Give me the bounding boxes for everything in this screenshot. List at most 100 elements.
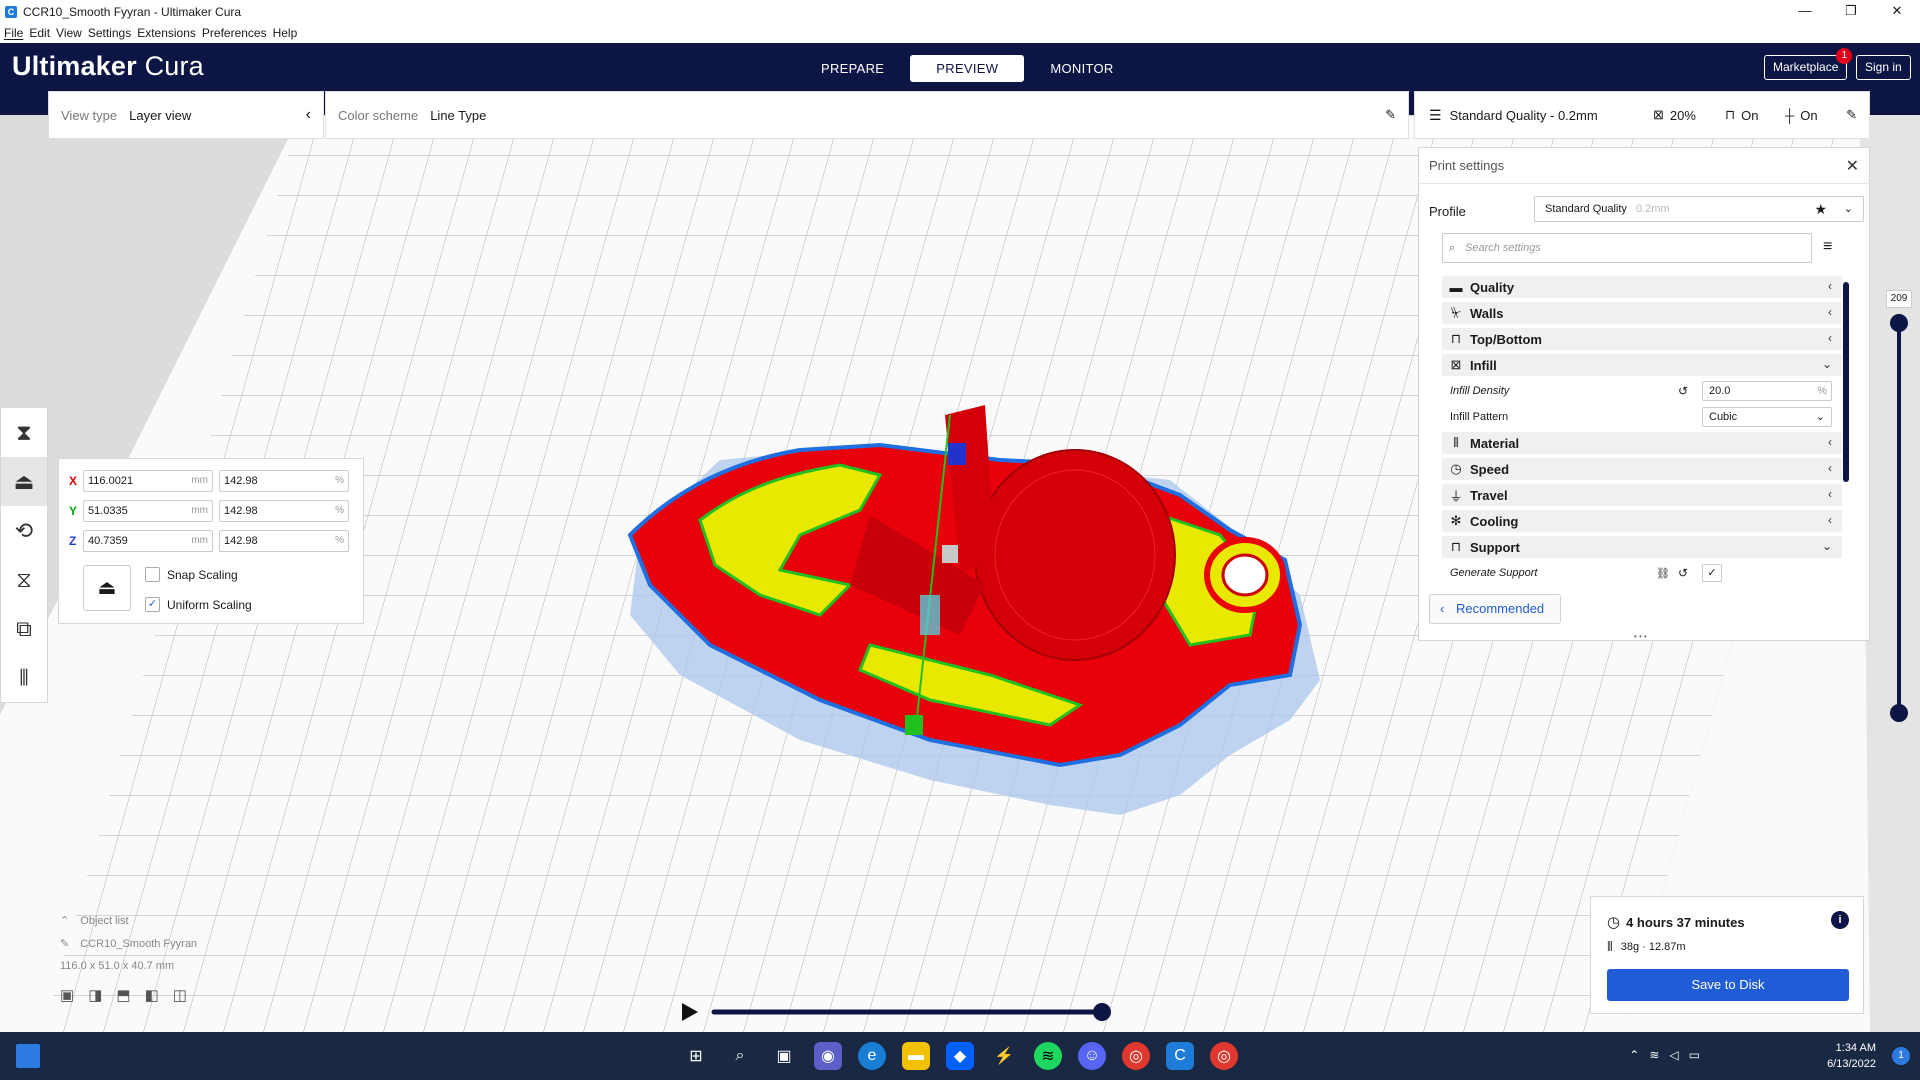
scale-handle-x[interactable]	[920, 595, 940, 635]
simulation-handle[interactable]	[1093, 1003, 1111, 1021]
view-type-value[interactable]: Layer view	[129, 108, 191, 123]
dropbox-icon[interactable]: ◆	[946, 1042, 974, 1070]
profile-select[interactable]: Standard Quality 0.2mm ★ ⌄	[1534, 196, 1864, 222]
info-icon[interactable]: i	[1831, 911, 1849, 929]
generate-support-checkbox[interactable]: ✓	[1702, 564, 1722, 582]
save-to-disk-button[interactable]: Save to Disk	[1607, 969, 1849, 1001]
maximize-button[interactable]: ❐	[1828, 0, 1874, 22]
snap-scaling-checkbox[interactable]: Snap Scaling	[145, 567, 238, 582]
scale-handle-center[interactable]	[942, 545, 958, 563]
battery-icon[interactable]: ▭	[1689, 1048, 1710, 1062]
file-explorer-icon[interactable]: ▬	[902, 1042, 930, 1070]
settings-menu-icon[interactable]: ≡	[1823, 238, 1832, 256]
discord-icon[interactable]: ☺	[1078, 1042, 1106, 1070]
view-top-icon[interactable]: ⬒	[116, 987, 144, 1004]
category-travel[interactable]: ⏚ Travel ‹	[1442, 484, 1842, 506]
chrome-icon[interactable]: ◎	[1122, 1042, 1150, 1070]
edit-pencil-icon[interactable]: ✎	[1846, 107, 1857, 123]
chevron-up-icon[interactable]: ⌃	[1629, 1048, 1649, 1062]
object-name-row[interactable]: ✎ CCR10_Smooth Fyyran	[60, 937, 201, 950]
infill-pattern-select[interactable]: Cubic ⌄	[1702, 407, 1832, 427]
category-quality[interactable]: ▬ Quality ‹	[1442, 276, 1842, 298]
notification-badge[interactable]: 1	[1892, 1047, 1910, 1065]
close-icon[interactable]: ✕	[1846, 156, 1859, 176]
search-settings-input[interactable]: ⌕ Search settings	[1442, 233, 1812, 263]
move-tool-icon[interactable]: ⧗	[1, 408, 47, 457]
chevron-left-icon[interactable]: ‹	[306, 106, 311, 124]
tab-preview[interactable]: PREVIEW	[910, 55, 1025, 82]
scale-handle-z[interactable]	[948, 443, 966, 465]
view-front-icon[interactable]: ◨	[88, 987, 116, 1004]
tab-prepare[interactable]: PREPARE	[795, 55, 910, 82]
category-top-bottom[interactable]: ⊓ Top/Bottom ‹	[1442, 328, 1842, 350]
close-window-button[interactable]: ✕	[1874, 0, 1920, 22]
x-mm-input[interactable]: 116.0021 mm	[83, 470, 213, 492]
drag-handle[interactable]: • • •	[1634, 632, 1647, 641]
view-right-icon[interactable]: ◫	[173, 987, 201, 1004]
view-3d-icon[interactable]: ▣	[60, 987, 88, 1004]
settings-scrollbar[interactable]	[1843, 282, 1849, 482]
support-blocker-icon[interactable]: ⦀	[1, 653, 47, 702]
category-infill[interactable]: ⊠ Infill ⌄	[1442, 354, 1842, 376]
category-material[interactable]: ⦀ Material ‹	[1442, 432, 1842, 454]
view-left-icon[interactable]: ◧	[145, 987, 173, 1004]
tab-monitor[interactable]: MONITOR	[1024, 55, 1139, 82]
scale-handle-y[interactable]	[905, 715, 923, 735]
rotate-tool-icon[interactable]: ⟲	[1, 506, 47, 555]
layer-number[interactable]: 209	[1886, 290, 1912, 308]
star-icon[interactable]: ★	[1814, 197, 1827, 221]
chevron-down-icon[interactable]: ⌄	[1844, 197, 1853, 221]
cura-taskbar-icon[interactable]: C	[1166, 1042, 1194, 1070]
taskbar-clock[interactable]: 1:34 AM 6/13/2022	[1827, 1040, 1876, 1072]
play-icon[interactable]	[682, 1003, 698, 1021]
volume-icon[interactable]: ◁	[1669, 1048, 1688, 1062]
scale-tool-icon[interactable]: ⏏	[1, 457, 47, 506]
menu-settings[interactable]: Settings	[88, 26, 131, 40]
edge-icon[interactable]: e	[858, 1042, 886, 1070]
sign-in-button[interactable]: Sign in	[1856, 55, 1911, 80]
y-mm-input[interactable]: 51.0335 mm	[83, 500, 213, 522]
view-type-bar[interactable]: View type Layer view ‹	[48, 91, 324, 139]
menu-help[interactable]: Help	[273, 26, 298, 40]
spotify-icon[interactable]: ≋	[1034, 1042, 1062, 1070]
y-pct-input[interactable]: 142.98 %	[219, 500, 349, 522]
color-scheme-bar[interactable]: Color scheme Line Type ✎	[325, 91, 1409, 139]
chrome-profile-icon[interactable]: ◎	[1210, 1042, 1238, 1070]
infill-density-input[interactable]: 20.0 %	[1702, 381, 1832, 401]
layer-slider-lower-handle[interactable]	[1890, 704, 1908, 722]
uniform-scaling-checkbox[interactable]: ✓ Uniform Scaling	[145, 597, 252, 612]
menu-file[interactable]: File	[4, 26, 23, 40]
widgets-icon[interactable]	[16, 1044, 40, 1068]
link-icon[interactable]: ⛓	[1656, 567, 1670, 580]
x-pct-input[interactable]: 142.98 %	[219, 470, 349, 492]
minimize-button[interactable]: —	[1782, 0, 1828, 22]
category-cooling[interactable]: ✻ Cooling ‹	[1442, 510, 1842, 532]
app-bolt-icon[interactable]: ⚡	[990, 1042, 1018, 1070]
recommended-button[interactable]: ‹ Recommended	[1429, 594, 1561, 624]
z-mm-input[interactable]: 40.7359 mm	[83, 530, 213, 552]
color-scheme-value[interactable]: Line Type	[430, 108, 486, 123]
menu-edit[interactable]: Edit	[29, 26, 50, 40]
start-icon[interactable]: ⊞	[682, 1042, 710, 1070]
menu-extensions[interactable]: Extensions	[137, 26, 196, 40]
search-icon[interactable]: ⌕	[726, 1042, 754, 1070]
wifi-icon[interactable]: ≋	[1649, 1048, 1669, 1062]
print-setup-summary[interactable]: ☰ Standard Quality - 0.2mm ⊠ 20% ⊓ On ┼ …	[1414, 91, 1870, 139]
uniform-scaling-box[interactable]: ✓	[145, 597, 160, 612]
mirror-tool-icon[interactable]: ⧖	[1, 555, 47, 604]
layer-slider[interactable]: 209	[1886, 290, 1912, 722]
menu-view[interactable]: View	[56, 26, 82, 40]
snap-scaling-box[interactable]	[145, 567, 160, 582]
teams-chat-icon[interactable]: ◉	[814, 1042, 842, 1070]
reset-icon[interactable]: ↺	[1678, 384, 1688, 398]
per-model-settings-icon[interactable]: ⧉	[1, 604, 47, 653]
layer-slider-track[interactable]	[1897, 320, 1901, 710]
layer-slider-upper-handle[interactable]	[1890, 314, 1908, 332]
menu-preferences[interactable]: Preferences	[202, 26, 267, 40]
category-walls[interactable]: ⏧ Walls ‹	[1442, 302, 1842, 324]
lay-flat-button[interactable]: ⏏	[83, 565, 131, 611]
reset-icon[interactable]: ↺	[1678, 566, 1688, 580]
pencil-icon[interactable]: ✎	[1385, 107, 1396, 123]
category-support[interactable]: ⊓ Support ⌄	[1442, 536, 1842, 558]
category-speed[interactable]: ◷ Speed ‹	[1442, 458, 1842, 480]
